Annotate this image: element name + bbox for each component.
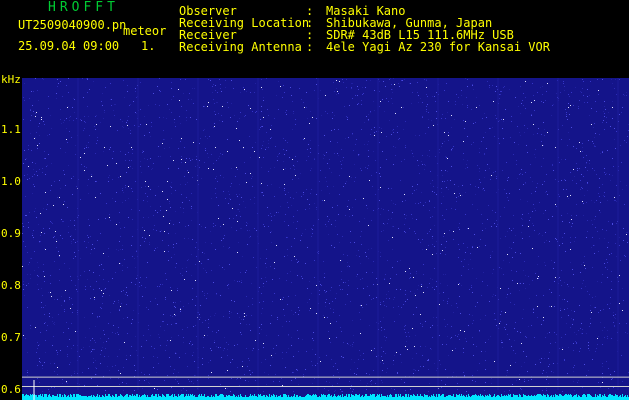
noise-layer — [22, 78, 629, 392]
y-tick-label: 1.0 — [1, 174, 21, 188]
carrier-band — [22, 394, 629, 400]
y-tick-label: 0.9 — [1, 226, 21, 240]
file-name: UT2509040900.pn — [18, 18, 127, 32]
y-axis-unit-label: kHz — [1, 73, 21, 86]
frame-index: 1. — [141, 39, 156, 53]
y-tick-label: 1.1 — [1, 122, 21, 136]
antenna-colon: : — [306, 40, 314, 54]
date-time: 25.09.04 09:00 — [18, 39, 120, 53]
spectrogram-canvas — [22, 78, 629, 400]
hrofft-window: HROFFT UT2509040900.pn meteor 25.09.04 0… — [0, 0, 629, 400]
spectrogram-waterfall — [22, 78, 629, 400]
y-tick-label: 0.8 — [1, 278, 21, 292]
app-title: HROFFT — [48, 0, 119, 15]
antenna-value: 4ele Yagi Az 230 for Kansai VOR — [326, 40, 550, 54]
mode-label: meteor — [123, 24, 167, 38]
y-tick-label: 0.7 — [1, 330, 21, 344]
antenna-label: Receiving Antenna — [179, 40, 302, 54]
y-tick-label: 0.6 — [1, 382, 21, 396]
